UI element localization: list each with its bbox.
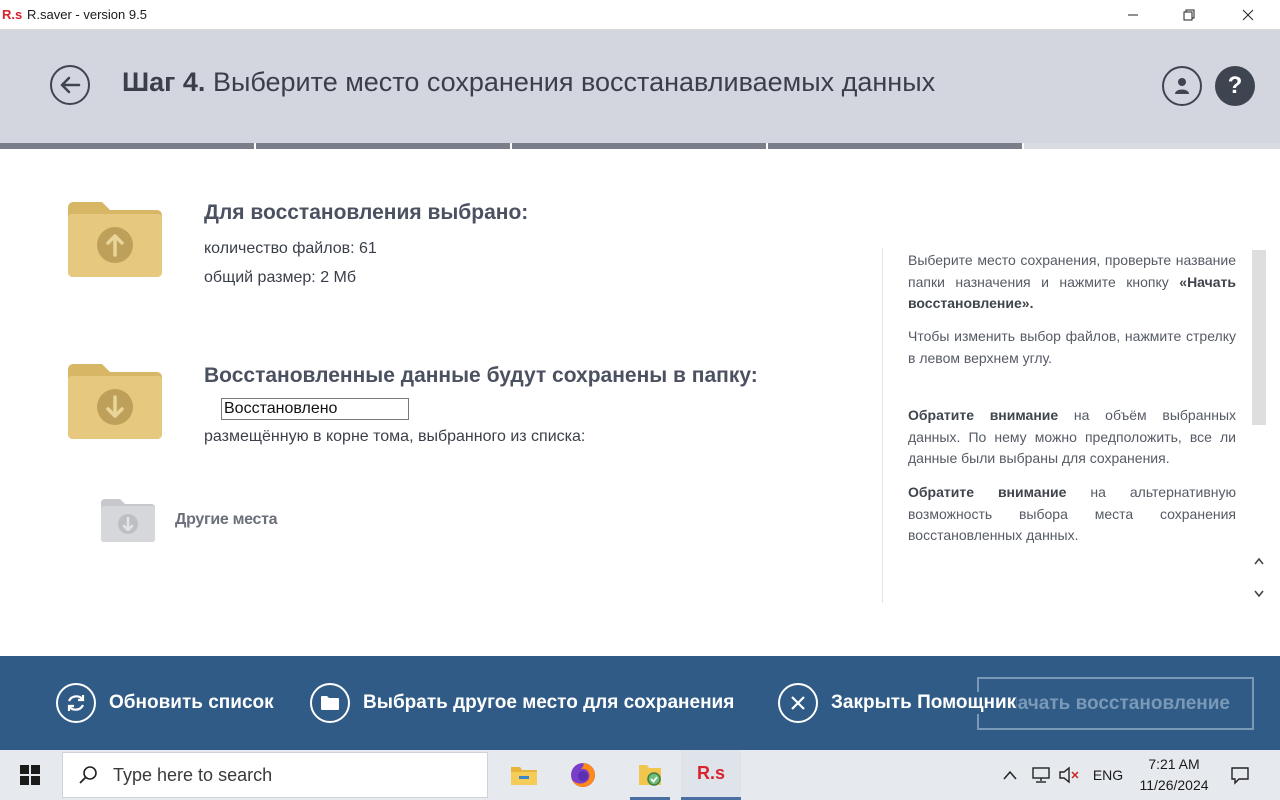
close-window-button[interactable] — [1225, 0, 1271, 30]
page-title: Шаг 4. Выберите место сохранения восстан… — [122, 67, 935, 98]
selected-title: Для восстановления выбрано: — [204, 201, 529, 224]
user-icon — [1175, 78, 1189, 94]
help-paragraph: Чтобы изменить выбор файлов, нажмите стр… — [908, 326, 1236, 369]
taskbar-search-files[interactable] — [622, 750, 678, 800]
refresh-label: Обновить список — [109, 692, 274, 713]
destination-folder-input[interactable] — [221, 398, 409, 420]
restore-button[interactable] — [1166, 0, 1212, 30]
volume-muted-icon — [1059, 766, 1079, 784]
chevron-up-icon — [1003, 770, 1017, 780]
minimize-button[interactable] — [1110, 0, 1156, 30]
tray-expand-button[interactable] — [998, 750, 1022, 800]
folder-gray-icon[interactable] — [100, 498, 156, 543]
help-scrollbar[interactable] — [1250, 248, 1268, 603]
scroll-thumb[interactable] — [1252, 250, 1266, 425]
help-icon: ? — [1227, 72, 1243, 99]
notifications-button[interactable] — [1222, 750, 1258, 800]
refresh-list-button[interactable]: Обновить список — [56, 683, 274, 723]
total-size: общий размер: 2 Мб — [204, 269, 357, 286]
taskbar-file-explorer[interactable] — [496, 750, 552, 800]
folder-upload-icon — [68, 202, 162, 277]
destination-note: размещённую в корне тома, выбранного из … — [204, 428, 586, 445]
help-paragraph: Выберите место сохранения, проверьте наз… — [908, 250, 1236, 315]
folder-download-icon — [68, 364, 162, 439]
progress-step — [256, 143, 510, 149]
folder-icon — [310, 683, 350, 723]
clock-time: 7:21 AM — [1148, 756, 1200, 772]
help-text: Чтобы изменить выбор файлов, нажмите стр… — [908, 328, 1236, 366]
app-window: R.s R.saver - version 9.5 Шаг 4. Выберит… — [0, 0, 1280, 800]
taskbar: Type here to search R.s ENG 7:21 AM 11/2… — [0, 750, 1280, 800]
wizard-header: Шаг 4. Выберите место сохранения восстан… — [0, 30, 1280, 143]
progress-step — [512, 143, 766, 149]
firefox-icon — [571, 763, 595, 787]
help-bold: Обратите внимание — [908, 407, 1059, 423]
window-title: R.saver - version 9.5 — [27, 7, 147, 22]
help-paragraph: Обратите внимание на объём выбранных дан… — [908, 405, 1236, 470]
search-files-icon — [639, 765, 661, 786]
help-paragraph: Обратите внимание на альтернативную возм… — [908, 482, 1236, 547]
help-bold: Обратите внимание — [908, 484, 1067, 500]
destination-title: Восстановленные данные будут сохранены в… — [204, 364, 758, 387]
progress-step — [1024, 143, 1280, 149]
tray-volume[interactable] — [1056, 750, 1082, 800]
close-circle-icon — [778, 683, 818, 723]
scroll-up-button[interactable] — [1250, 552, 1268, 570]
rsaver-icon: R.s — [696, 763, 725, 783]
start-recovery-button[interactable]: Начать восстановление — [977, 677, 1254, 730]
action-bar: Обновить список Выбрать другое место для… — [0, 656, 1280, 750]
clock[interactable]: 7:21 AM 11/26/2024 — [1128, 754, 1220, 796]
close-icon — [1242, 9, 1254, 21]
close-wizard-button[interactable]: Закрыть Помощник — [778, 683, 1017, 723]
tray-network[interactable] — [1028, 750, 1054, 800]
file-count: количество файлов: 61 — [204, 240, 377, 257]
chevron-up-icon — [1254, 557, 1264, 565]
network-icon — [1032, 767, 1050, 783]
progress-step — [0, 143, 254, 149]
close-wizard-label: Закрыть Помощник — [831, 692, 1017, 714]
start-button[interactable] — [0, 750, 60, 800]
arrow-left-icon — [60, 76, 81, 94]
taskbar-firefox[interactable] — [555, 750, 611, 800]
refresh-icon — [56, 683, 96, 723]
step-progress — [0, 143, 1280, 149]
step-text: Выберите место сохранения восстанавливае… — [212, 67, 936, 97]
language-indicator[interactable]: ENG — [1088, 750, 1128, 800]
windows-icon — [20, 765, 40, 785]
app-logo: R.s — [2, 7, 23, 22]
search-placeholder: Type here to search — [113, 764, 273, 785]
chevron-down-icon — [1254, 590, 1264, 598]
choose-other-location-button[interactable]: Выбрать другое место для сохранения — [310, 683, 734, 723]
taskbar-search-input[interactable]: Type here to search — [62, 752, 488, 798]
restore-icon — [1183, 9, 1195, 21]
minimize-icon — [1128, 14, 1138, 16]
notification-icon — [1231, 767, 1249, 785]
title-bar: R.s R.saver - version 9.5 — [0, 0, 1280, 30]
user-button[interactable] — [1162, 66, 1202, 106]
clock-date: 11/26/2024 — [1139, 777, 1209, 793]
scroll-down-button[interactable] — [1250, 585, 1268, 603]
search-icon — [79, 765, 99, 785]
step-label: Шаг 4. — [122, 67, 206, 97]
other-places-link[interactable]: Другие места — [175, 511, 278, 529]
start-recovery-label: Начать восстановление — [1003, 692, 1230, 714]
taskbar-rsaver[interactable]: R.s — [681, 750, 741, 800]
progress-step — [768, 143, 1022, 149]
help-panel: Выберите место сохранения, проверьте наз… — [882, 248, 1242, 603]
choose-other-label: Выбрать другое место для сохранения — [363, 692, 735, 713]
help-button[interactable]: ? — [1215, 66, 1255, 106]
back-button[interactable] — [50, 65, 90, 105]
file-explorer-icon — [511, 767, 537, 785]
